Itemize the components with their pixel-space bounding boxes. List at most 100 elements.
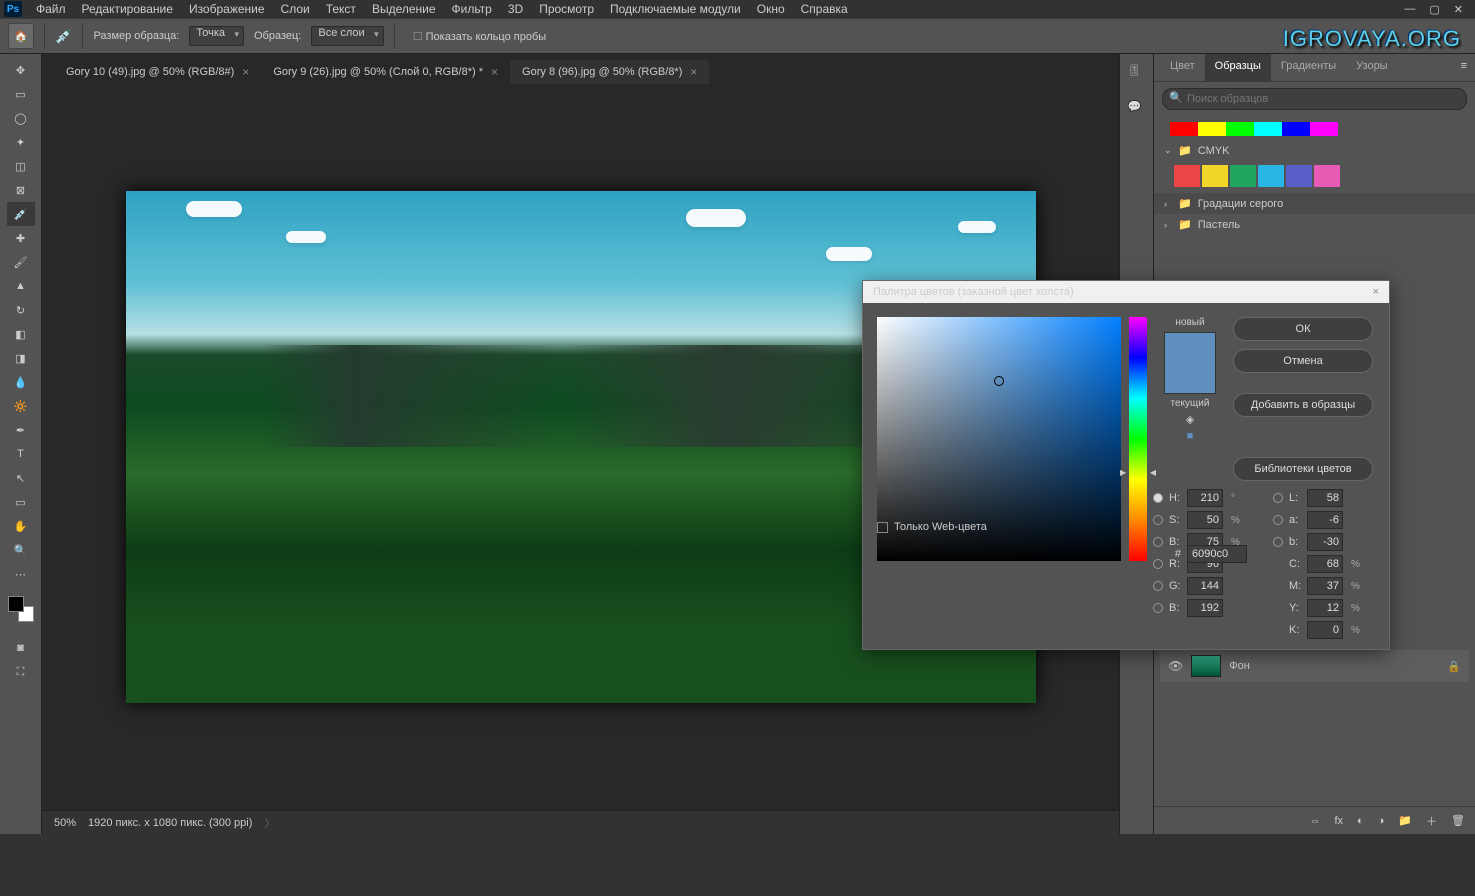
- radio-a[interactable]: [1273, 515, 1283, 525]
- marquee-tool-icon[interactable]: ▭: [7, 82, 35, 106]
- menu-image[interactable]: Изображение: [181, 2, 273, 16]
- radio-s[interactable]: [1153, 515, 1163, 525]
- group-icon[interactable]: 📁: [1398, 814, 1412, 827]
- radio-blue[interactable]: [1153, 603, 1163, 613]
- doc-tab-1[interactable]: Gory 9 (26).jpg @ 50% (Слой 0, RGB/8*) *…: [261, 60, 510, 84]
- menu-3d[interactable]: 3D: [500, 2, 531, 16]
- folder-pastel[interactable]: ›📁Пастель: [1154, 214, 1475, 235]
- lasso-tool-icon[interactable]: ◯: [7, 106, 35, 130]
- doc-tab-2[interactable]: Gory 8 (96).jpg @ 50% (RGB/8*)×: [510, 60, 709, 84]
- close-window-icon[interactable]: ✕: [1454, 3, 1463, 16]
- close-icon[interactable]: ×: [690, 65, 697, 79]
- swatch-red[interactable]: [1170, 122, 1198, 136]
- cancel-button[interactable]: Отмена: [1233, 349, 1373, 373]
- search-swatches-input[interactable]: [1162, 88, 1467, 110]
- new-layer-icon[interactable]: ＋: [1426, 813, 1437, 829]
- menu-window[interactable]: Окно: [749, 2, 793, 16]
- ok-button[interactable]: ОК: [1233, 317, 1373, 341]
- layer-visibility-icon[interactable]: 👁: [1168, 659, 1183, 673]
- radio-r[interactable]: [1153, 559, 1163, 569]
- close-icon[interactable]: ×: [1373, 286, 1379, 298]
- healing-tool-icon[interactable]: ✚: [7, 226, 35, 250]
- radio-bv[interactable]: [1153, 537, 1163, 547]
- menu-select[interactable]: Выделение: [364, 2, 444, 16]
- chevron-right-icon[interactable]: 〉: [264, 815, 275, 831]
- brush-tool-icon[interactable]: 🖌: [7, 250, 35, 274]
- menu-text[interactable]: Текст: [318, 2, 364, 16]
- more-tools-icon[interactable]: ⋯: [7, 562, 35, 586]
- input-a[interactable]: [1307, 511, 1343, 529]
- swatch-cmyk-6[interactable]: [1314, 165, 1340, 187]
- tab-color[interactable]: Цвет: [1160, 54, 1205, 81]
- path-select-icon[interactable]: ↖: [7, 466, 35, 490]
- color-swatches[interactable]: [6, 594, 36, 624]
- adjustment-icon[interactable]: ◑: [1378, 815, 1385, 827]
- swatch-yellow[interactable]: [1198, 122, 1226, 136]
- layer-thumbnail[interactable]: [1191, 655, 1221, 677]
- input-s[interactable]: [1187, 511, 1223, 529]
- sample-size-select[interactable]: Точка: [189, 26, 244, 46]
- swatch-green[interactable]: [1226, 122, 1254, 136]
- learn-panel-icon[interactable]: 🎚: [1128, 64, 1146, 82]
- swatch-cmyk-1[interactable]: [1174, 165, 1200, 187]
- input-h[interactable]: [1187, 489, 1223, 507]
- quickmask-icon[interactable]: ◙: [7, 636, 35, 660]
- frame-tool-icon[interactable]: ⊠: [7, 178, 35, 202]
- input-l[interactable]: [1307, 489, 1343, 507]
- input-m[interactable]: [1307, 577, 1343, 595]
- swatch-cyan[interactable]: [1254, 122, 1282, 136]
- input-y[interactable]: [1307, 599, 1343, 617]
- swatch-cmyk-3[interactable]: [1230, 165, 1256, 187]
- swatch-cmyk-2[interactable]: [1202, 165, 1228, 187]
- fx-icon[interactable]: fx: [1334, 815, 1343, 827]
- menu-filter[interactable]: Фильтр: [444, 2, 500, 16]
- swatch-blue[interactable]: [1282, 122, 1310, 136]
- screenmode-icon[interactable]: ⛶: [7, 660, 35, 684]
- link-icon[interactable]: ⇔: [1309, 815, 1320, 827]
- radio-l[interactable]: [1273, 493, 1283, 503]
- dialog-titlebar[interactable]: Палитра цветов (заказной цвет холста) ×: [863, 281, 1389, 303]
- folder-grayscale[interactable]: ›📁Градации серого: [1154, 193, 1475, 214]
- sample-layer-select[interactable]: Все слои: [311, 26, 383, 46]
- swatch-cmyk-5[interactable]: [1286, 165, 1312, 187]
- comments-panel-icon[interactable]: 💬: [1128, 100, 1146, 118]
- gradient-tool-icon[interactable]: ◨: [7, 346, 35, 370]
- web-only-checkbox[interactable]: Только Web-цвета: [877, 521, 987, 533]
- close-icon[interactable]: ×: [242, 65, 249, 79]
- radio-h[interactable]: [1153, 493, 1163, 503]
- input-blue[interactable]: [1187, 599, 1223, 617]
- tab-swatches[interactable]: Образцы: [1205, 54, 1271, 81]
- menu-layers[interactable]: Слои: [273, 2, 318, 16]
- mask-icon[interactable]: ◐: [1357, 815, 1364, 827]
- hand-tool-icon[interactable]: ✋: [7, 514, 35, 538]
- stamp-tool-icon[interactable]: ▲: [7, 274, 35, 298]
- eraser-tool-icon[interactable]: ◧: [7, 322, 35, 346]
- tab-patterns[interactable]: Узоры: [1346, 54, 1397, 81]
- layer-row-background[interactable]: 👁 Фон 🔒: [1160, 650, 1469, 682]
- add-swatch-button[interactable]: Добавить в образцы: [1233, 393, 1373, 417]
- radio-b[interactable]: [1273, 537, 1283, 547]
- radio-g[interactable]: [1153, 581, 1163, 591]
- panel-menu-icon[interactable]: ≡: [1453, 54, 1475, 81]
- home-button[interactable]: 🏠: [8, 23, 34, 49]
- hue-slider[interactable]: [1129, 317, 1147, 561]
- blur-tool-icon[interactable]: 💧: [7, 370, 35, 394]
- lock-icon[interactable]: 🔒: [1447, 660, 1461, 673]
- swatch-cmyk-4[interactable]: [1258, 165, 1284, 187]
- color-libraries-button[interactable]: Библиотеки цветов: [1233, 457, 1373, 481]
- input-k[interactable]: [1307, 621, 1343, 639]
- dodge-tool-icon[interactable]: 🔆: [7, 394, 35, 418]
- maximize-icon[interactable]: ▢: [1429, 3, 1439, 16]
- text-tool-icon[interactable]: T: [7, 442, 35, 466]
- menu-help[interactable]: Справка: [793, 2, 856, 16]
- input-c[interactable]: [1307, 555, 1343, 573]
- show-ring-checkbox[interactable]: ☐ Показать кольцо пробы: [413, 30, 546, 43]
- swatch-magenta[interactable]: [1310, 122, 1338, 136]
- pen-tool-icon[interactable]: ✒: [7, 418, 35, 442]
- eyedropper-tool-icon[interactable]: 💉: [7, 202, 35, 226]
- menu-view[interactable]: Просмотр: [531, 2, 602, 16]
- move-tool-icon[interactable]: ✥: [7, 58, 35, 82]
- doc-tab-0[interactable]: Gory 10 (49).jpg @ 50% (RGB/8#)×: [54, 60, 261, 84]
- tab-gradients[interactable]: Градиенты: [1271, 54, 1346, 81]
- magicwand-tool-icon[interactable]: ✦: [7, 130, 35, 154]
